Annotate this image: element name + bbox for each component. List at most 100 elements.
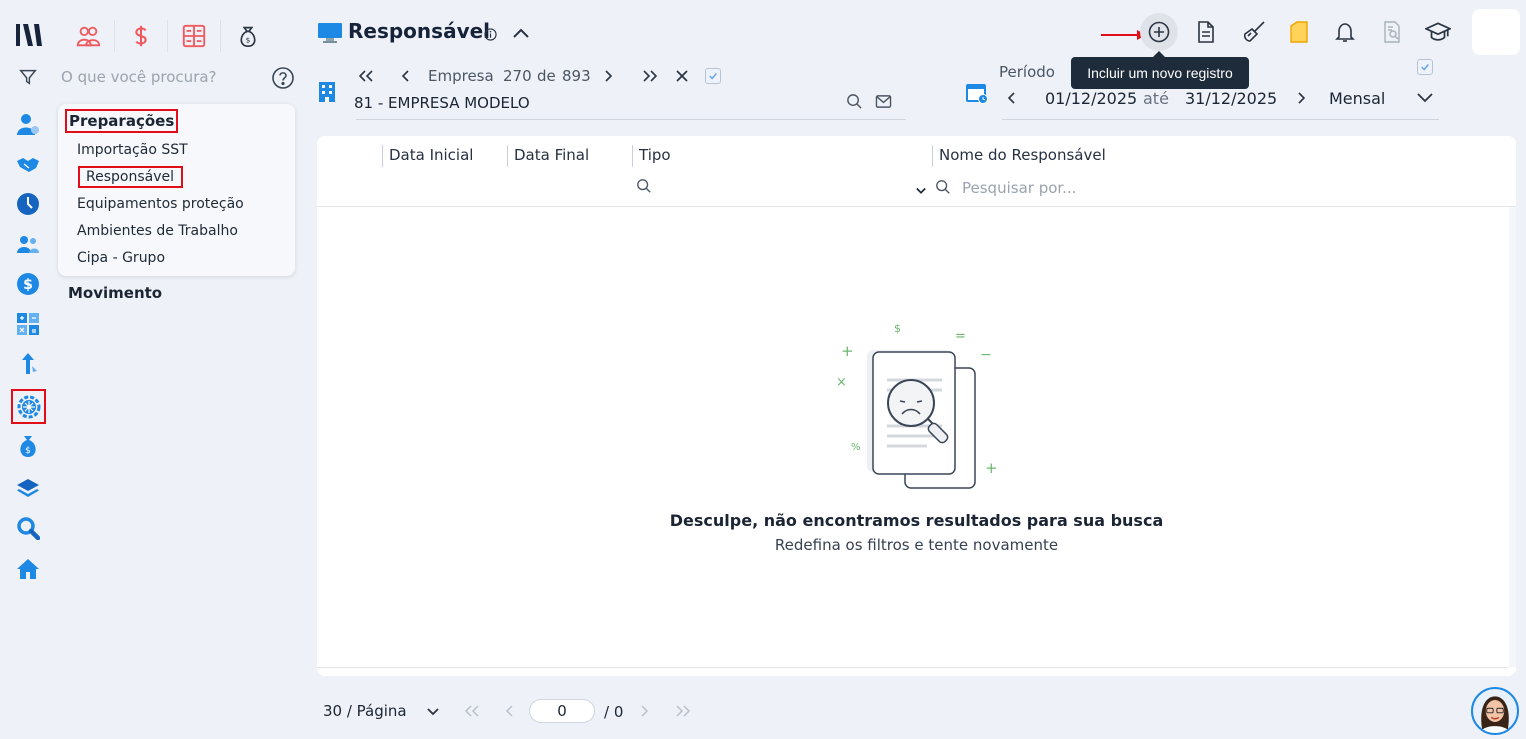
menu-item-cipa-grupo[interactable]: Cipa - Grupo	[77, 250, 165, 266]
header-divider	[317, 206, 1516, 207]
assistant-avatar[interactable]	[1471, 687, 1519, 735]
column-header-nome-responsavel[interactable]: Nome do Responsável	[932, 145, 1106, 167]
svg-text:$: $	[894, 322, 901, 335]
svg-text:×: ×	[836, 375, 847, 390]
menu-item-responsavel[interactable]: Responsável	[86, 169, 174, 185]
growth-arrow-icon[interactable]	[14, 350, 42, 378]
company-of-label: de	[537, 67, 556, 85]
period-next-icon[interactable]	[1295, 90, 1309, 106]
period-label: Período	[999, 63, 1055, 81]
tooltip-incluir: Incluir um novo registro	[1071, 51, 1249, 89]
section-title-movimento[interactable]: Movimento	[68, 284, 162, 302]
clear-company-icon[interactable]	[674, 68, 690, 84]
period-start[interactable]: 01/12/2025	[1045, 89, 1137, 108]
help-icon[interactable]	[271, 66, 295, 90]
building-icon	[317, 80, 339, 104]
dollar-icon[interactable]: $	[14, 270, 42, 298]
user-settings-icon[interactable]	[14, 110, 42, 138]
scrollbar-track[interactable]	[1509, 207, 1516, 667]
company-name[interactable]: 81 - EMPRESA MODELO	[354, 94, 530, 112]
monitor-icon	[317, 22, 343, 44]
company-total: 893	[562, 67, 591, 85]
user-avatar-box[interactable]	[1472, 9, 1520, 55]
company-underline	[356, 119, 906, 120]
svg-text:%: %	[851, 442, 861, 453]
column-header-data-final[interactable]: Data Final	[507, 145, 589, 167]
document-icon[interactable]	[1191, 17, 1221, 47]
svg-text:+: +	[985, 459, 998, 477]
company-label: Empresa	[428, 67, 494, 85]
people-module-icon[interactable]	[74, 22, 102, 50]
svg-text:$: $	[246, 36, 251, 45]
submenu-panel: Preparações Importação SST Responsável E…	[58, 104, 295, 276]
collapse-chevron-icon[interactable]	[511, 24, 531, 42]
bell-icon[interactable]	[1330, 17, 1360, 47]
note-icon[interactable]	[1284, 17, 1314, 47]
name-filter-search-icon[interactable]	[935, 179, 953, 197]
menu-item-importacao-sst[interactable]: Importação SST	[77, 142, 188, 158]
period-frequency[interactable]: Mensal	[1329, 89, 1385, 108]
svg-text:$: $	[25, 446, 31, 456]
svg-text:$: $	[23, 277, 33, 293]
handshake-icon[interactable]	[14, 150, 42, 178]
broom-icon[interactable]	[1239, 17, 1269, 47]
company-current[interactable]: 270	[503, 67, 532, 85]
grid-calc-module-icon[interactable]	[180, 22, 208, 50]
page-total: / 0	[604, 703, 624, 721]
next-company-icon[interactable]	[602, 68, 616, 84]
tipo-filter-dropdown-icon[interactable]	[915, 181, 929, 194]
graduation-cap-icon[interactable]	[1423, 17, 1453, 47]
mail-icon[interactable]	[875, 94, 893, 110]
period-between: até	[1143, 89, 1169, 108]
dollar-module-icon[interactable]	[127, 22, 155, 50]
svg-text:+: +	[841, 342, 854, 360]
page-size-select[interactable]: 30 / Página	[323, 702, 407, 720]
empty-state-title: Desculpe, não encontramos resultados par…	[669, 511, 1164, 530]
section-title-label: Preparações	[69, 112, 175, 130]
first-company-icon[interactable]	[356, 68, 376, 84]
empty-state-illustration: $ = − + × % +	[827, 316, 1007, 496]
menu-item-equipamentos-protecao[interactable]: Equipamentos proteção	[77, 196, 244, 212]
company-search-icon[interactable]	[846, 93, 864, 111]
money-bag-icon[interactable]: $	[14, 432, 42, 460]
home-icon[interactable]	[14, 555, 42, 583]
last-page-icon[interactable]	[673, 703, 693, 719]
app-logo[interactable]	[14, 20, 44, 50]
search-icon[interactable]	[14, 514, 42, 542]
layers-icon[interactable]	[14, 474, 42, 502]
period-end[interactable]: 31/12/2025	[1185, 89, 1277, 108]
results-table: Data Inicial Data Final Tipo Nome do Res…	[317, 136, 1516, 676]
frequency-dropdown-icon[interactable]	[1415, 89, 1435, 105]
page-title: Responsável	[348, 19, 491, 43]
calendar-icon	[965, 80, 989, 104]
period-prev-icon[interactable]	[1004, 90, 1018, 106]
info-icon[interactable]	[484, 26, 498, 41]
last-company-icon[interactable]	[640, 68, 660, 84]
filter-icon[interactable]	[18, 67, 40, 89]
column-header-tipo[interactable]: Tipo	[632, 145, 671, 167]
tipo-filter-search-icon[interactable]	[636, 178, 654, 196]
period-checkbox[interactable]	[1417, 59, 1433, 75]
doc-search-icon[interactable]	[1377, 17, 1407, 47]
svg-text:=: =	[955, 329, 966, 344]
search-input[interactable]: O que você procura?	[61, 68, 217, 86]
menu-item-ambientes-trabalho[interactable]: Ambientes de Trabalho	[77, 223, 238, 239]
calculator-icon[interactable]	[14, 310, 42, 338]
gear-network-icon[interactable]	[11, 389, 46, 424]
prev-page-icon[interactable]	[502, 703, 516, 719]
next-page-icon[interactable]	[638, 703, 652, 719]
svg-text:−: −	[980, 347, 992, 363]
money-bag-module-icon[interactable]: $	[234, 22, 262, 50]
add-circle-icon[interactable]	[1140, 13, 1178, 51]
column-header-data-inicial[interactable]: Data Inicial	[382, 145, 473, 167]
clock-icon[interactable]	[14, 190, 42, 218]
users-icon[interactable]	[14, 230, 42, 258]
empty-state-subtitle: Redefina os filtros e tente novamente	[774, 536, 1059, 554]
name-filter-input[interactable]: Pesquisar por...	[962, 179, 1077, 197]
page-number-input[interactable]: 0	[529, 699, 595, 723]
page-size-dropdown-icon[interactable]	[425, 704, 441, 718]
footer-divider	[317, 667, 1509, 668]
prev-company-icon[interactable]	[398, 68, 412, 84]
first-page-icon[interactable]	[462, 703, 482, 719]
company-checkbox[interactable]	[705, 68, 721, 84]
